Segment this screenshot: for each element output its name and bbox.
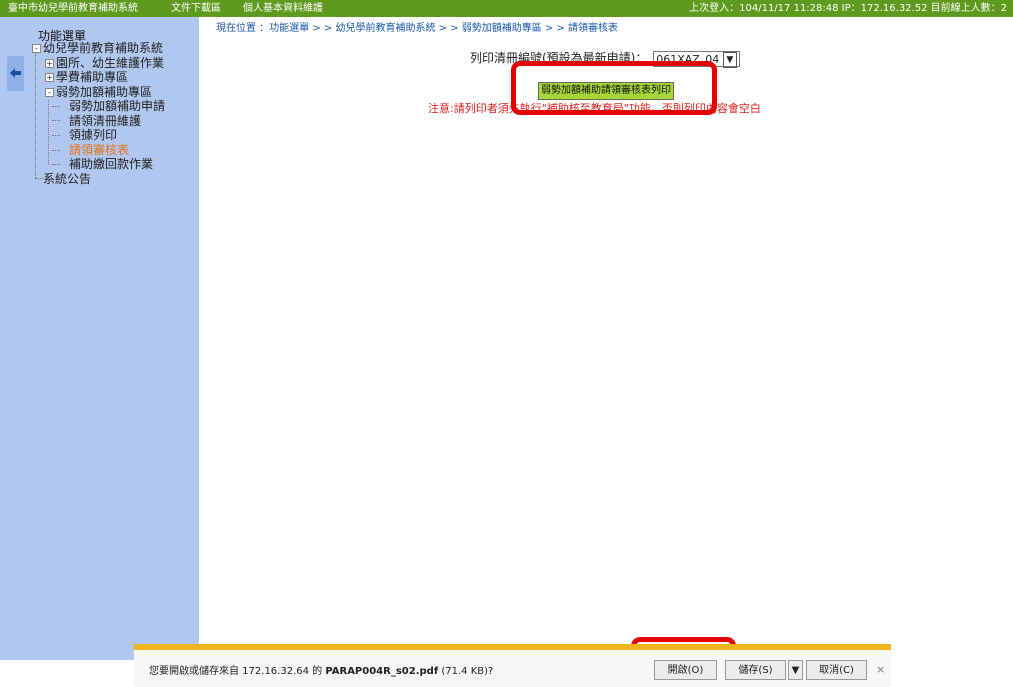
- expand-toggle[interactable]: +: [45, 59, 54, 68]
- nav-system-name[interactable]: 臺中市幼兒學前教育補助系統: [8, 0, 138, 17]
- arrow-left-icon: [10, 68, 21, 78]
- save-options-dropdown[interactable]: ▼: [788, 660, 803, 680]
- collapse-toggle[interactable]: -: [32, 44, 41, 53]
- tree-item-tuition-subsidy[interactable]: 學費補助專區: [56, 70, 128, 84]
- tree-item-announcements[interactable]: 系統公告: [43, 172, 91, 186]
- cancel-button[interactable]: 取消(C): [806, 660, 867, 680]
- download-file-name: PARAP004R_s02.pdf: [325, 666, 439, 677]
- nav-personal-info[interactable]: 個人基本資料維護: [243, 0, 323, 17]
- collapse-sidebar-button[interactable]: [7, 56, 24, 91]
- close-icon[interactable]: ×: [876, 663, 885, 676]
- login-status: 上次登入：104/11/17 11:28:48 IP：172.16.32.52 …: [689, 3, 1007, 14]
- nav-document-download[interactable]: 文件下載區: [171, 0, 221, 17]
- tree-line: [52, 106, 60, 107]
- collapse-toggle[interactable]: -: [45, 88, 54, 97]
- tree-root[interactable]: 幼兒學前教育補助系統: [43, 41, 163, 55]
- sidebar: 功能選單 - 幼兒學前教育補助系統 + 園所、幼生維護作業 + 學費補助專區 -…: [0, 17, 199, 660]
- tree-line: [52, 150, 60, 151]
- download-bar: 您要開啟或儲存來自 172.16.32.64 的 PARAP004R_s02.p…: [134, 644, 891, 687]
- tree-item-roster-maintenance[interactable]: 請領清冊維護: [69, 114, 141, 128]
- tree-line: [52, 135, 60, 136]
- tree-line: [52, 164, 60, 165]
- download-message: 您要開啟或儲存來自 172.16.32.64 的 PARAP004R_s02.p…: [149, 662, 493, 677]
- breadcrumb: 現在位置 ：功能選單 > > 幼兒學前教育補助系統 > > 弱勢加額補助專區 >…: [216, 23, 619, 34]
- tree-line: [48, 100, 49, 165]
- expand-toggle[interactable]: +: [45, 73, 54, 82]
- tree-item-receipt-print[interactable]: 領據列印: [69, 128, 117, 142]
- tree-line: [35, 49, 36, 178]
- download-message-prefix: 您要開啟或儲存來自 172.16.32.64 的: [149, 666, 326, 677]
- download-file-size: (71.4 KB)?: [438, 666, 494, 677]
- tree-item-disadvantaged-subsidy[interactable]: 弱勢加額補助專區: [56, 85, 152, 99]
- tree-line: [35, 178, 43, 179]
- chevron-down-icon[interactable]: ▼: [722, 51, 737, 68]
- tree-item-refund-operation[interactable]: 補助繳回款作業: [69, 157, 153, 171]
- save-button[interactable]: 儲存(S): [725, 660, 786, 680]
- top-bar: 臺中市幼兒學前教育補助系統 文件下載區 個人基本資料維護 上次登入：104/11…: [0, 0, 1013, 17]
- tree-item-review-form[interactable]: 請領審核表: [69, 143, 129, 157]
- caret-down-icon: ▼: [791, 665, 800, 676]
- open-button[interactable]: 開啟(O): [654, 660, 717, 680]
- tree-item-school-maintenance[interactable]: 園所、幼生維護作業: [56, 56, 164, 70]
- tree-line: [52, 120, 60, 121]
- highlight-box: [511, 61, 717, 115]
- tree-item-subsidy-application[interactable]: 弱勢加額補助申請: [69, 99, 165, 113]
